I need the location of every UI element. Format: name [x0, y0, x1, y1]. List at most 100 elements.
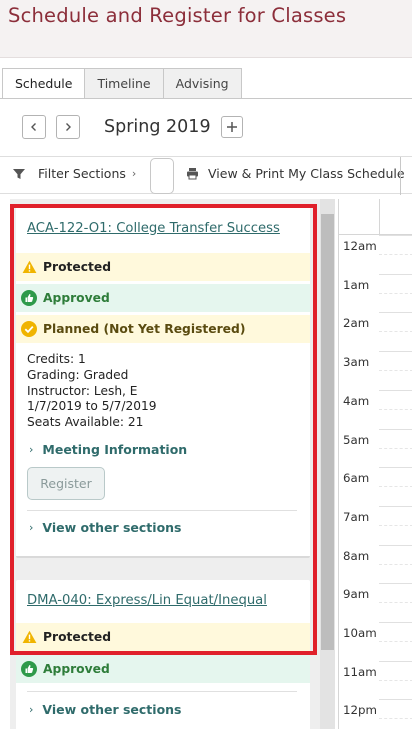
- status-planned: Planned (Not Yet Registered): [16, 315, 310, 343]
- divider: [27, 691, 297, 692]
- credits-text: Credits: 1: [27, 352, 86, 366]
- calendar-hour-row: 4am: [339, 389, 412, 429]
- half-hour-gridline: [379, 447, 412, 449]
- hour-label: 7am: [343, 509, 370, 524]
- status-approved: Approved: [16, 284, 310, 312]
- print-schedule-label: View & Print My Class Schedule: [208, 166, 405, 181]
- tab-timeline[interactable]: Timeline: [84, 68, 164, 99]
- status-approved: Approved: [16, 655, 310, 683]
- status-protected: Protected: [16, 623, 310, 651]
- status-protected: Protected: [16, 253, 310, 281]
- calendar-hour-row: 6am: [339, 467, 412, 506]
- calendar-hour-row: 2am: [339, 312, 412, 351]
- hour-label: 8am: [343, 548, 370, 563]
- half-hour-gridline: [379, 292, 412, 294]
- view-other-sections-toggle[interactable]: › View other sections: [29, 520, 182, 535]
- tab-advising[interactable]: Advising: [162, 68, 242, 99]
- hour-gridline: [379, 583, 412, 585]
- plus-icon: [226, 122, 237, 132]
- status-label: Approved: [43, 662, 110, 676]
- page: Schedule and Register for Classes Schedu…: [0, 0, 412, 729]
- half-hour-gridline: [379, 370, 412, 372]
- half-hour-gridline: [379, 641, 412, 642]
- toolbar-divider: [400, 157, 401, 195]
- status-label: Protected: [43, 260, 112, 274]
- term-selector: Spring 2019: [22, 113, 243, 141]
- previous-term-button[interactable]: [22, 115, 46, 139]
- course-card: ACA-122-O1: College Transfer Success Pro…: [16, 204, 310, 558]
- chevron-right-icon: ›: [29, 703, 34, 716]
- calendar-hour-row: 11am: [339, 660, 412, 700]
- status-label: Planned (Not Yet Registered): [43, 322, 246, 336]
- hour-label: 12pm: [343, 703, 377, 718]
- hour-label: 3am: [343, 355, 370, 370]
- course-card: DMA-040: Express/Lin Equat/Inequal Prote…: [16, 580, 310, 729]
- hour-gridline: [379, 699, 412, 701]
- printer-icon: [187, 168, 198, 180]
- instructor-text: Instructor: Lesh, E: [27, 383, 138, 398]
- divider: [27, 510, 297, 511]
- calendar-hour-row: 9am: [339, 583, 412, 622]
- thumbs-up-icon: [21, 290, 37, 306]
- hour-gridline: [379, 467, 412, 469]
- hour-label: 9am: [343, 587, 370, 602]
- hour-label: 11am: [343, 664, 377, 679]
- tab-divider: [0, 98, 412, 99]
- chevron-right-icon: ›: [29, 521, 34, 534]
- page-header: Schedule and Register for Classes: [0, 0, 412, 58]
- register-button[interactable]: Register: [27, 467, 105, 500]
- calendar-hour-row: 7am: [339, 505, 412, 545]
- thumbs-up-icon: [21, 661, 37, 677]
- tab-schedule[interactable]: Schedule: [2, 68, 86, 99]
- hour-gridline: [379, 544, 412, 546]
- filter-sections-label: Filter Sections: [38, 166, 126, 181]
- calendar-grid: 12am 1am 2am 3am 4am 5am 6am 7am 8am 9am 10am 11am 1…: [338, 199, 412, 729]
- chevron-right-icon: ›: [29, 443, 34, 456]
- view-other-sections-label: View other sections: [42, 520, 182, 535]
- hour-label: 5am: [343, 432, 370, 447]
- view-other-sections-toggle[interactable]: › View other sections: [29, 702, 182, 717]
- course-details: Credits: 1 Grading: Graded Instructor: L…: [27, 352, 156, 431]
- hour-label: 2am: [343, 316, 370, 331]
- tab-bar: Schedule Timeline Advising: [2, 68, 242, 99]
- hour-gridline: [379, 351, 412, 353]
- grading-text: Grading: Graded: [27, 367, 129, 382]
- filter-icon: [13, 168, 25, 179]
- hour-gridline: [379, 312, 412, 314]
- filter-sections-button[interactable]: Filter Sections ›: [12, 166, 136, 181]
- meeting-information-toggle[interactable]: › Meeting Information: [29, 442, 187, 457]
- hour-label: 10am: [343, 626, 377, 640]
- course-title-link[interactable]: DMA-040: Express/Lin Equat/Inequal: [27, 593, 267, 608]
- hour-gridline: [379, 428, 412, 430]
- toolbar-toggle-button[interactable]: [150, 158, 174, 194]
- calendar-hour-row: 1am: [339, 273, 412, 313]
- calendar-hour-row: 10am: [339, 622, 412, 661]
- calendar-hour-row: 12am: [339, 235, 412, 274]
- half-hour-gridline: [379, 563, 412, 565]
- half-hour-gridline: [379, 718, 412, 720]
- panel-scrollbar-thumb[interactable]: [321, 214, 334, 650]
- hour-label: 12am: [343, 239, 377, 253]
- course-title-link[interactable]: ACA-122-O1: College Transfer Success: [27, 221, 280, 236]
- chevron-right-icon: ›: [131, 167, 137, 180]
- warning-icon: [21, 259, 37, 275]
- next-term-button[interactable]: [56, 115, 80, 139]
- half-hour-gridline: [379, 331, 412, 333]
- hour-label: 1am: [343, 277, 370, 292]
- hour-gridline: [379, 235, 412, 236]
- page-title: Schedule and Register for Classes: [8, 4, 347, 27]
- calendar-hour-row: 5am: [339, 428, 412, 468]
- calendar-header: [339, 199, 412, 235]
- half-hour-gridline: [379, 486, 412, 488]
- hour-label: 6am: [343, 471, 370, 486]
- add-term-button[interactable]: [220, 116, 243, 138]
- schedule-toolbar: Filter Sections › View & Print My Class …: [0, 156, 412, 195]
- calendar-header-divider: [379, 199, 380, 235]
- chevron-left-icon: [31, 123, 36, 131]
- meeting-information-label: Meeting Information: [42, 442, 188, 457]
- half-hour-gridline: [379, 408, 412, 410]
- calendar-hour-row: 12pm: [339, 699, 412, 729]
- hour-gridline: [379, 389, 412, 391]
- hour-gridline: [379, 273, 412, 275]
- print-schedule-button[interactable]: View & Print My Class Schedule: [186, 166, 405, 181]
